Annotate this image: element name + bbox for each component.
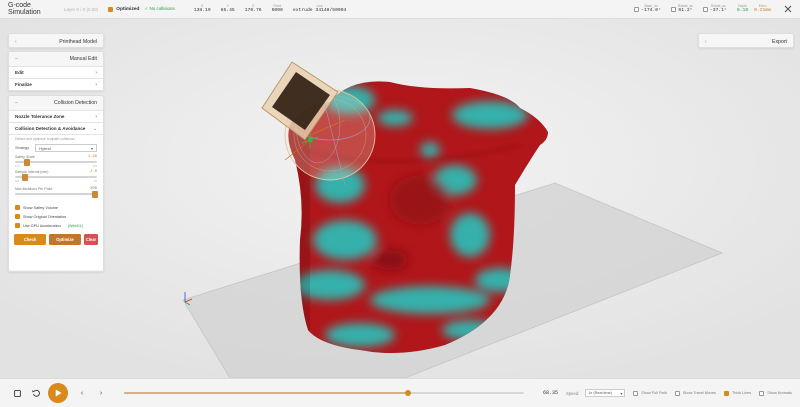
- chevron-down-icon: ▾: [90, 145, 93, 151]
- rotation-b[interactable]: Rotate_ax -37.1°: [702, 4, 727, 14]
- checkbox[interactable]: [15, 223, 20, 228]
- panel-title: Collision Detection: [54, 100, 97, 106]
- collision-status: ✓ No collisions: [144, 6, 175, 11]
- reset-icon[interactable]: [31, 388, 41, 398]
- collision-hint: Detect and optimize toolpath collisions: [15, 137, 75, 141]
- checkbox[interactable]: [723, 390, 729, 396]
- check-button[interactable]: Check: [14, 234, 46, 245]
- optimize-button[interactable]: Optimize: [48, 234, 81, 245]
- strategy-select[interactable]: Hybrid ▾: [35, 144, 97, 152]
- manual-edit-edit-item[interactable]: Edit ›: [9, 66, 103, 78]
- collision-detection-panel: – Collision Detection Nozzle Tolerance Z…: [8, 95, 104, 272]
- progress-value: 68.35: [543, 390, 559, 396]
- playback-bar: ‹ › 68.35 Speed: 1x (Real time) ▾ Show F…: [0, 378, 800, 407]
- play-button[interactable]: [48, 383, 68, 403]
- rotation-b-checkbox[interactable]: [702, 6, 708, 12]
- coord-x: X 138.19: [193, 4, 211, 13]
- thick-lines-toggle[interactable]: Thick Lines: [723, 390, 751, 396]
- export-panel[interactable]: ‹ Export: [698, 33, 794, 48]
- timeline-progress: [124, 392, 408, 394]
- chevron-down-icon: ▾: [620, 391, 623, 396]
- chevron-right-icon: ›: [95, 113, 97, 120]
- collision-settings: Detect and optimize toolpath collisions …: [9, 134, 103, 270]
- rotation-base[interactable]: Base_rot -174.0°: [634, 4, 661, 14]
- panel-title: Export: [772, 38, 787, 45]
- extrusion-width: Extru 0.21mm: [754, 4, 771, 13]
- panel-title: Printhead Model: [59, 38, 97, 45]
- optimized-toggle[interactable]: Optimized: [108, 6, 140, 12]
- chevron-right-icon: ›: [95, 81, 97, 88]
- show-safety-volume-toggle[interactable]: Show Safety Volume: [9, 203, 103, 212]
- nozzle-tolerance-item[interactable]: Nozzle Tolerance Zone ›: [9, 110, 103, 122]
- safety-scale-slider[interactable]: [15, 158, 97, 166]
- show-travel-moves-toggle[interactable]: Show Travel Moves: [674, 390, 716, 396]
- app-title: G-code Simulation: [8, 2, 41, 16]
- checkbox[interactable]: [633, 390, 639, 396]
- chevron-down-icon: ⌄: [92, 125, 97, 132]
- max-iterations-slider[interactable]: [15, 190, 99, 198]
- extrusion-depth: Depth 0.19: [736, 4, 749, 13]
- show-full-path-toggle[interactable]: Show Full Path: [633, 390, 667, 396]
- line-counter: Line extrude 34148/50004: [292, 4, 347, 13]
- feed-rate: Feed 5000: [271, 4, 283, 13]
- strategy-field: Strategy Hybrid ▾: [9, 143, 103, 153]
- max-iterations-label: Max Iterations Per Point 200: [15, 187, 97, 191]
- show-normals-toggle[interactable]: Show Normals: [759, 390, 792, 396]
- slider-thumb[interactable]: [21, 173, 28, 181]
- collision-actions: Check Optimize Clear: [9, 230, 103, 249]
- strategy-label: Strategy: [15, 146, 30, 150]
- checkbox[interactable]: [15, 205, 20, 210]
- clear-button[interactable]: Clear: [83, 234, 98, 245]
- close-icon[interactable]: [783, 5, 792, 14]
- collision-avoidance-item[interactable]: Collision Detection & Avoidance ⌄: [9, 122, 103, 134]
- optimized-checkbox[interactable]: [108, 6, 114, 12]
- coord-y: Y 65.45: [220, 4, 235, 13]
- printhead-model-panel[interactable]: ‹ Printhead Model: [8, 33, 104, 48]
- gpu-status: (WebGL): [67, 223, 84, 228]
- speed-select[interactable]: 1x (Real time) ▾: [585, 389, 626, 397]
- safety-scale-label: Safety Scale 1.30: [15, 155, 97, 159]
- optimized-label: Optimized: [116, 6, 140, 12]
- checkbox[interactable]: [674, 390, 680, 396]
- coord-z: Z 170.76: [244, 4, 262, 13]
- checkbox[interactable]: [759, 390, 765, 396]
- panel-title: Manual Edit: [69, 56, 97, 62]
- show-original-orientation-toggle[interactable]: Show Original Orientation: [9, 212, 103, 221]
- timeline-thumb[interactable]: [405, 389, 411, 396]
- checkbox[interactable]: [15, 214, 20, 219]
- timeline-slider[interactable]: [124, 389, 524, 396]
- top-toolbar: G-code Simulation Layer 0 / 0 (0.00) Opt…: [0, 0, 800, 19]
- layer-indicator: Layer 0 / 0 (0.00): [64, 6, 99, 12]
- rotation-base-checkbox[interactable]: [634, 6, 640, 12]
- rotation-a-checkbox[interactable]: [670, 6, 676, 12]
- slider-thumb[interactable]: [24, 158, 31, 166]
- manual-edit-panel: – Manual Edit Edit › Finalize ›: [8, 51, 104, 91]
- speed-label: Speed:: [566, 390, 580, 396]
- chevron-right-icon: ›: [95, 69, 97, 76]
- stop-icon[interactable]: [12, 388, 22, 398]
- viewport-3d[interactable]: [0, 19, 800, 378]
- step-back-icon[interactable]: ‹: [77, 388, 87, 398]
- manual-edit-finalize-item[interactable]: Finalize ›: [9, 78, 103, 90]
- step-forward-icon[interactable]: ›: [96, 388, 106, 398]
- rotation-a[interactable]: Rotate_ax 61.2°: [670, 4, 693, 14]
- gpu-acceleration-toggle[interactable]: Use GPU Acceleration (WebGL): [9, 221, 103, 230]
- slider-thumb[interactable]: [92, 190, 99, 198]
- sample-interval-slider[interactable]: [15, 173, 97, 181]
